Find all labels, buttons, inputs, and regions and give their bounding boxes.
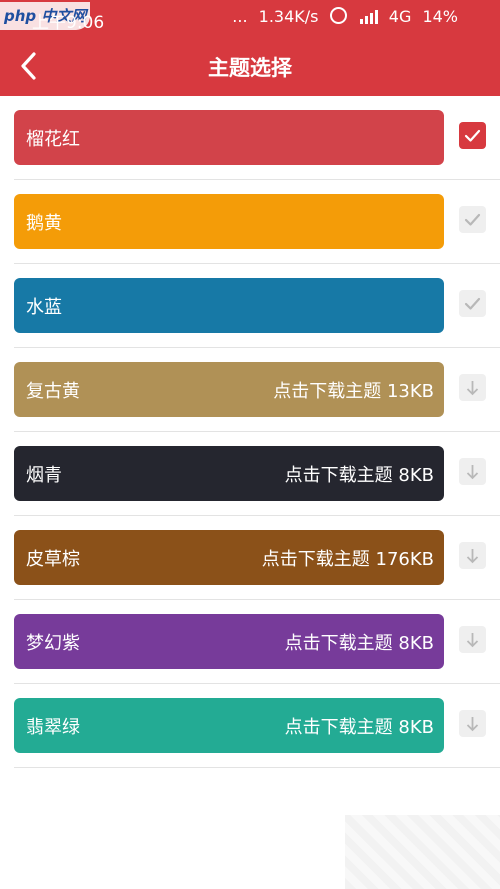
network-type: 4G: [388, 7, 412, 26]
page-title: 主题选择: [208, 56, 292, 80]
theme-card[interactable]: 烟青 点击下载主题 8KB: [14, 446, 444, 501]
app-header: php 中文网 上午9:06 ... 1.34K/s 4G 14% 主题选择: [0, 0, 500, 96]
theme-name: 梦幻紫: [26, 633, 80, 654]
download-label: 点击下载主题 8KB: [284, 717, 434, 738]
theme-checkbox[interactable]: [459, 206, 486, 233]
arrow-down-icon: [466, 717, 479, 732]
theme-row: 复古黄 点击下载主题 13KB: [0, 348, 500, 432]
theme-row: 水蓝: [0, 264, 500, 348]
theme-name: 水蓝: [26, 297, 62, 318]
download-button[interactable]: [459, 710, 486, 737]
theme-checkbox[interactable]: [459, 290, 486, 317]
download-label: 点击下载主题 8KB: [284, 633, 434, 654]
watermark-pattern: [345, 815, 500, 889]
theme-name: 复古黄: [26, 381, 80, 402]
status-time: 上午9:06: [32, 13, 105, 33]
download-button[interactable]: [459, 374, 486, 401]
download-button[interactable]: [459, 542, 486, 569]
alarm-icon: [329, 7, 347, 24]
arrow-down-icon: [466, 633, 479, 648]
theme-card[interactable]: 皮草棕 点击下载主题 176KB: [14, 530, 444, 585]
checkmark-icon: [464, 297, 481, 310]
download-label: 点击下载主题 8KB: [284, 465, 434, 486]
theme-name: 鹅黄: [26, 213, 62, 234]
theme-card[interactable]: 复古黄 点击下载主题 13KB: [14, 362, 444, 417]
theme-name: 皮草棕: [26, 549, 80, 570]
theme-card[interactable]: 梦幻紫 点击下载主题 8KB: [14, 614, 444, 669]
hd-signal-icon: [358, 9, 378, 28]
theme-card[interactable]: 榴花红: [14, 110, 444, 165]
theme-name: 榴花红: [26, 129, 80, 150]
row-divider: [14, 767, 500, 768]
download-label: 点击下载主题 13KB: [273, 381, 434, 402]
download-button[interactable]: [459, 626, 486, 653]
checkmark-icon: [464, 129, 481, 142]
theme-row: 皮草棕 点击下载主题 176KB: [0, 516, 500, 600]
battery-level: 14%: [422, 7, 458, 26]
status-dots: ...: [232, 7, 248, 26]
theme-name: 翡翠绿: [26, 717, 80, 738]
status-bar: php 中文网 上午9:06 ... 1.34K/s 4G 14%: [0, 0, 500, 34]
arrow-down-icon: [466, 549, 479, 564]
theme-card[interactable]: 翡翠绿 点击下载主题 8KB: [14, 698, 444, 753]
theme-row: 翡翠绿 点击下载主题 8KB: [0, 684, 500, 768]
theme-selected-checkbox[interactable]: [459, 122, 486, 149]
theme-row: 榴花红: [0, 96, 500, 180]
download-label: 点击下载主题 176KB: [261, 549, 434, 570]
network-speed: 1.34K/s: [258, 7, 319, 26]
arrow-down-icon: [466, 465, 479, 480]
theme-row: 梦幻紫 点击下载主题 8KB: [0, 600, 500, 684]
status-right: ... 1.34K/s 4G 14%: [226, 7, 458, 28]
theme-card[interactable]: 水蓝: [14, 278, 444, 333]
download-button[interactable]: [459, 458, 486, 485]
arrow-down-icon: [466, 381, 479, 396]
theme-row: 烟青 点击下载主题 8KB: [0, 432, 500, 516]
status-left: php 中文网 上午9:06: [0, 2, 120, 33]
checkmark-icon: [464, 213, 481, 226]
theme-row: 鹅黄: [0, 180, 500, 264]
theme-card[interactable]: 鹅黄: [14, 194, 444, 249]
theme-name: 烟青: [26, 465, 62, 486]
